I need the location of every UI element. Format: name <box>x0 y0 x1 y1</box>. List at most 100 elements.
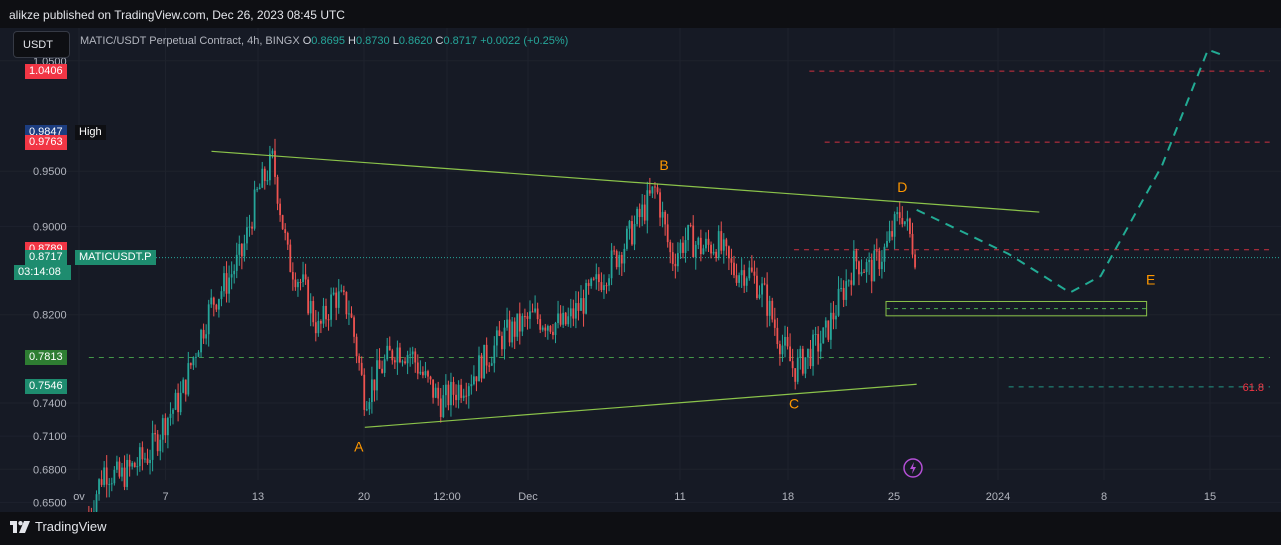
candle <box>728 245 730 271</box>
candle <box>167 416 169 449</box>
candle <box>835 304 837 330</box>
candle <box>773 307 776 336</box>
candle <box>156 430 159 456</box>
price-tag: 0.8717 <box>25 250 67 266</box>
candle-body <box>546 326 549 331</box>
candle <box>559 305 562 327</box>
candle <box>610 243 613 286</box>
candle-body <box>633 224 636 245</box>
candle-body <box>715 251 718 259</box>
candle <box>717 225 720 261</box>
candle-body <box>327 319 330 321</box>
candle-body <box>870 259 873 282</box>
candle <box>401 359 404 367</box>
candle <box>702 244 705 255</box>
brand-name: TradingView <box>35 519 107 534</box>
candle <box>230 261 233 290</box>
candle <box>827 320 830 343</box>
candle <box>697 236 700 250</box>
x-tick-label: 8 <box>1101 491 1107 503</box>
candle <box>891 220 893 241</box>
candle <box>858 260 860 286</box>
currency-button[interactable]: USDT <box>13 31 70 58</box>
candle-body <box>98 479 100 495</box>
candle <box>901 206 904 228</box>
candle-body <box>636 208 638 225</box>
candle-body <box>850 280 853 285</box>
candle <box>291 262 294 291</box>
candle <box>682 236 684 259</box>
candle-body <box>309 301 312 314</box>
candle <box>832 301 835 330</box>
candle-body <box>735 275 738 283</box>
candle <box>355 333 358 364</box>
candle <box>575 291 577 329</box>
candle-body <box>335 292 338 308</box>
candle-body <box>654 186 656 188</box>
candle <box>582 289 585 327</box>
candle-body <box>699 237 702 255</box>
candle <box>671 242 674 272</box>
x-tick-label: ov <box>73 491 85 503</box>
candle-body <box>480 355 483 379</box>
candle-body <box>337 291 340 308</box>
candle <box>340 284 343 293</box>
candle <box>485 337 488 374</box>
candle-body <box>253 189 256 229</box>
candle <box>187 351 190 397</box>
candle-body <box>781 345 784 355</box>
candle <box>552 323 554 340</box>
candle-body <box>258 187 261 190</box>
candle <box>444 374 447 408</box>
candle <box>539 314 542 334</box>
chart-area[interactable]: ov 7 13 20 12:00 Dec 11 18 25 2024 8 15 1.0500 0.9500… <box>0 28 1281 512</box>
candle-body <box>618 254 621 268</box>
candle-body <box>750 267 753 272</box>
candle-body <box>661 211 664 218</box>
candle <box>98 478 100 501</box>
trendline <box>211 150 1040 213</box>
candle-body <box>651 186 654 194</box>
candle <box>371 366 373 414</box>
candle-body <box>205 334 208 339</box>
candle <box>763 277 766 286</box>
candle-body <box>582 298 585 314</box>
candle <box>396 340 399 375</box>
candle <box>898 201 901 225</box>
legend-close: 0.8717 <box>443 35 478 47</box>
candle-body <box>495 330 498 346</box>
candle-body <box>722 239 725 251</box>
candle-body <box>223 273 225 292</box>
candle-body <box>707 238 710 245</box>
candle-body <box>189 363 192 366</box>
candle <box>383 354 386 377</box>
candle <box>600 272 603 293</box>
candle-body <box>702 248 705 255</box>
candle <box>722 233 725 264</box>
price-chart-svg[interactable]: ov 7 13 20 12:00 Dec 11 18 25 2024 8 151.05000.9500… <box>0 28 1281 512</box>
candle-body <box>172 409 174 414</box>
candle <box>646 181 649 234</box>
candle-body <box>248 226 251 228</box>
candle <box>712 243 715 256</box>
candle-body <box>103 467 106 485</box>
candle <box>294 272 297 291</box>
candle-body <box>531 311 534 313</box>
candle-body <box>302 274 304 283</box>
candle <box>837 276 840 317</box>
candle <box>903 221 906 227</box>
candle-body <box>281 215 284 230</box>
candle-body <box>554 322 557 336</box>
candle-body <box>409 354 412 356</box>
candle-body <box>422 371 424 376</box>
legend-high: 0.8730 <box>355 35 390 47</box>
candle-body <box>498 330 501 336</box>
candle <box>796 349 799 385</box>
candle <box>95 490 98 512</box>
candle <box>378 348 381 370</box>
candle-body <box>284 229 287 233</box>
candle <box>626 225 628 251</box>
tradingview-logo[interactable]: TradingView <box>10 519 107 534</box>
candle <box>393 356 396 369</box>
candle-body <box>212 297 215 305</box>
